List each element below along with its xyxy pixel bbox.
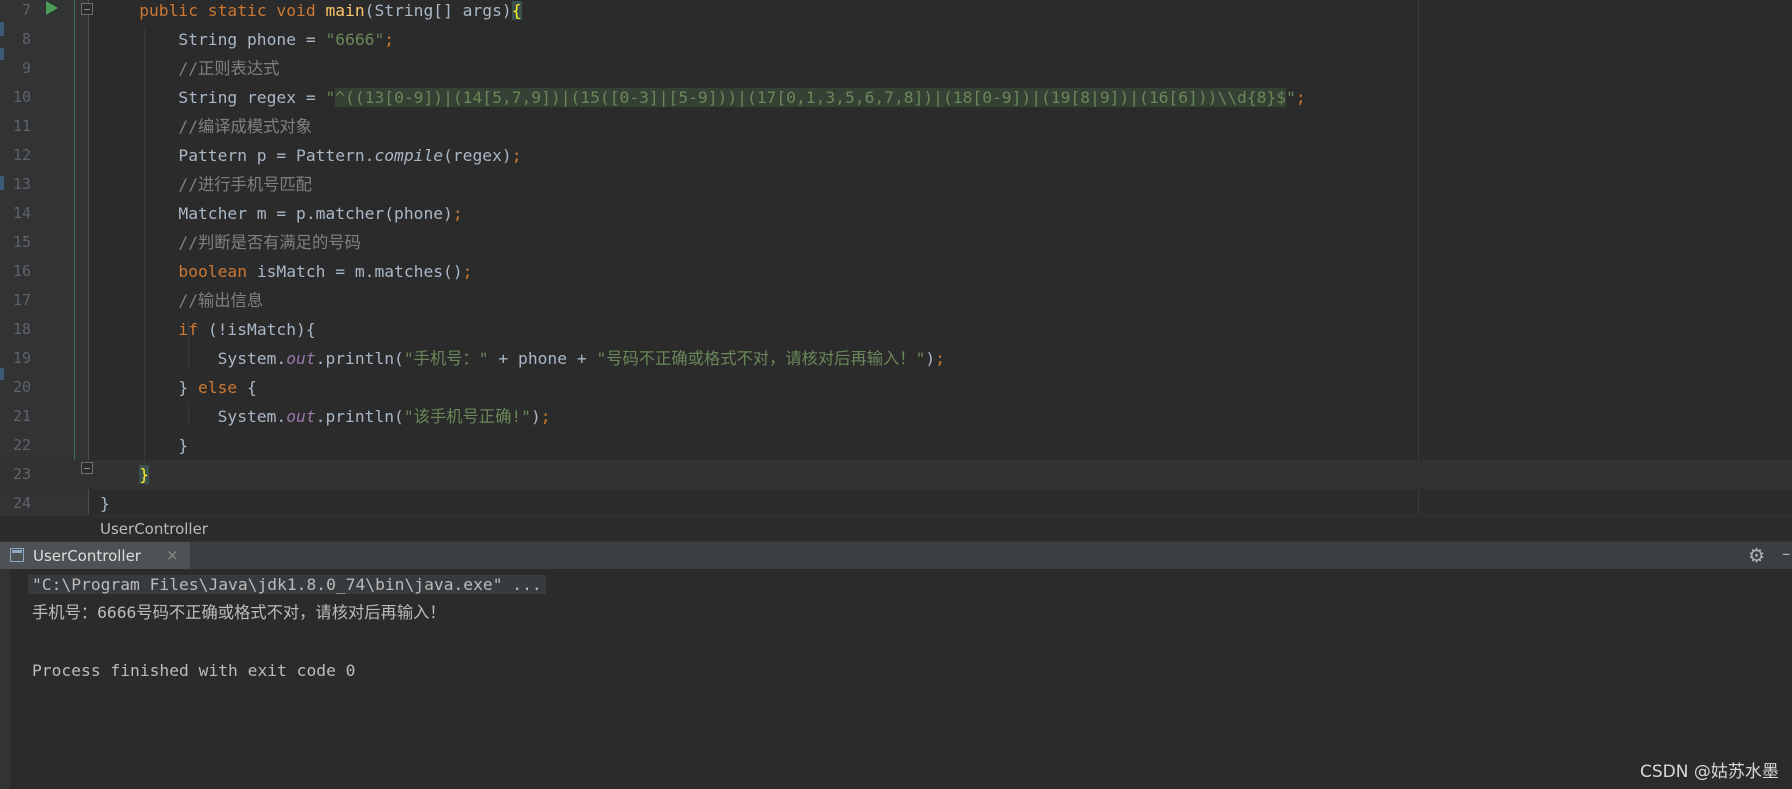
console-output[interactable]: "C:\Program Files\Java\jdk1.8.0_74\bin\j… [0,569,1792,789]
fold-open-icon[interactable] [81,3,93,15]
code-text[interactable]: Matcher m = p.matcher(phone); [178,199,462,228]
line-number: 12 [12,146,31,164]
code-line[interactable]: 7 public static void main(String[] args){ [0,0,1792,25]
console-exit-line: Process finished with exit code 0 [32,661,356,680]
line-number: 20 [12,378,31,396]
watermark: CSDN @姑苏水墨 [1640,762,1779,782]
line-number: 14 [12,204,31,222]
console-command-line: "C:\Program Files\Java\jdk1.8.0_74\bin\j… [28,570,546,599]
breadcrumb[interactable]: UserController [0,515,1792,542]
line-number: 9 [21,59,31,77]
code-editor[interactable]: 7 public static void main(String[] args){… [0,0,1792,515]
code-line[interactable]: 16 boolean isMatch = m.matches(); [0,257,1792,286]
code-text[interactable]: String regex = "^((13[0-9])|(14[5,7,9])|… [178,83,1306,112]
run-tab-label: UserController [33,547,141,565]
code-text[interactable]: //判断是否有满足的号码 [178,228,360,257]
console-icon [10,548,24,562]
code-line[interactable]: 24} [0,489,1792,515]
code-line[interactable]: 23} [0,460,1792,489]
gear-icon[interactable]: ⚙ [1748,545,1765,567]
code-text[interactable]: } [139,460,149,489]
run-panel-header: UserController × ⚙ – [0,541,1792,570]
code-text[interactable]: boolean isMatch = m.matches(); [178,257,472,286]
code-line[interactable]: 14 Matcher m = p.matcher(phone); [0,199,1792,228]
line-number: 16 [12,262,31,280]
line-number: 10 [12,88,31,106]
line-number: 22 [12,436,31,454]
code-text[interactable]: } else { [178,373,256,402]
line-number: 17 [12,291,31,309]
line-number: 21 [12,407,31,425]
minimize-icon[interactable]: – [1782,544,1791,564]
code-line[interactable]: 13 //进行手机号匹配 [0,170,1792,199]
console-output-line: 手机号：6666号码不正确或格式不对，请核对后再输入！ [32,603,446,622]
code-line[interactable]: 22} [0,431,1792,460]
console-tool-strip [0,569,10,789]
code-text[interactable]: } [100,489,110,515]
line-number: 7 [21,1,31,19]
code-text[interactable]: //输出信息 [178,286,263,315]
code-text[interactable]: if (!isMatch){ [178,315,315,344]
fold-close-icon[interactable] [81,462,93,474]
code-text[interactable]: //编译成模式对象 [178,112,312,141]
code-line[interactable]: 11 //编译成模式对象 [0,112,1792,141]
code-line[interactable]: 12 Pattern p = Pattern.compile(regex); [0,141,1792,170]
line-number: 18 [12,320,31,338]
line-number: 11 [12,117,31,135]
code-line[interactable]: 18 if (!isMatch){ [0,315,1792,344]
code-text[interactable]: //正则表达式 [178,54,279,83]
line-number: 8 [21,30,31,48]
line-number: 19 [12,349,31,367]
code-text[interactable]: System.out.println("手机号：" + phone + "号码不… [218,344,945,373]
code-text[interactable]: System.out.println("该手机号正确!"); [218,402,551,431]
close-icon[interactable]: × [166,546,179,564]
line-number: 23 [12,465,31,483]
line-number: 15 [12,233,31,251]
code-line[interactable]: 8 String phone = "6666"; [0,25,1792,54]
code-line[interactable]: 21 System.out.println("该手机号正确!"); [0,402,1792,431]
code-line[interactable]: 10 String regex = "^((13[0-9])|(14[5,7,9]… [0,83,1792,112]
code-text[interactable]: } [178,431,188,460]
code-line[interactable]: 9 //正则表达式 [0,54,1792,83]
run-tab[interactable]: UserController × [0,542,190,570]
line-number: 24 [12,494,31,512]
code-line[interactable]: 20 } else { [0,373,1792,402]
code-text[interactable]: Pattern p = Pattern.compile(regex); [178,141,521,170]
code-line[interactable]: 17 //输出信息 [0,286,1792,315]
run-main-icon[interactable] [46,1,58,15]
breadcrumb-class[interactable]: UserController [100,520,208,538]
code-text[interactable]: //进行手机号匹配 [178,170,312,199]
code-line[interactable]: 19 System.out.println("手机号：" + phone + "号… [0,344,1792,373]
code-text[interactable]: String phone = "6666"; [178,25,394,54]
line-number: 13 [12,175,31,193]
code-line[interactable]: 15 //判断是否有满足的号码 [0,228,1792,257]
code-text[interactable]: public static void main(String[] args){ [139,0,522,25]
